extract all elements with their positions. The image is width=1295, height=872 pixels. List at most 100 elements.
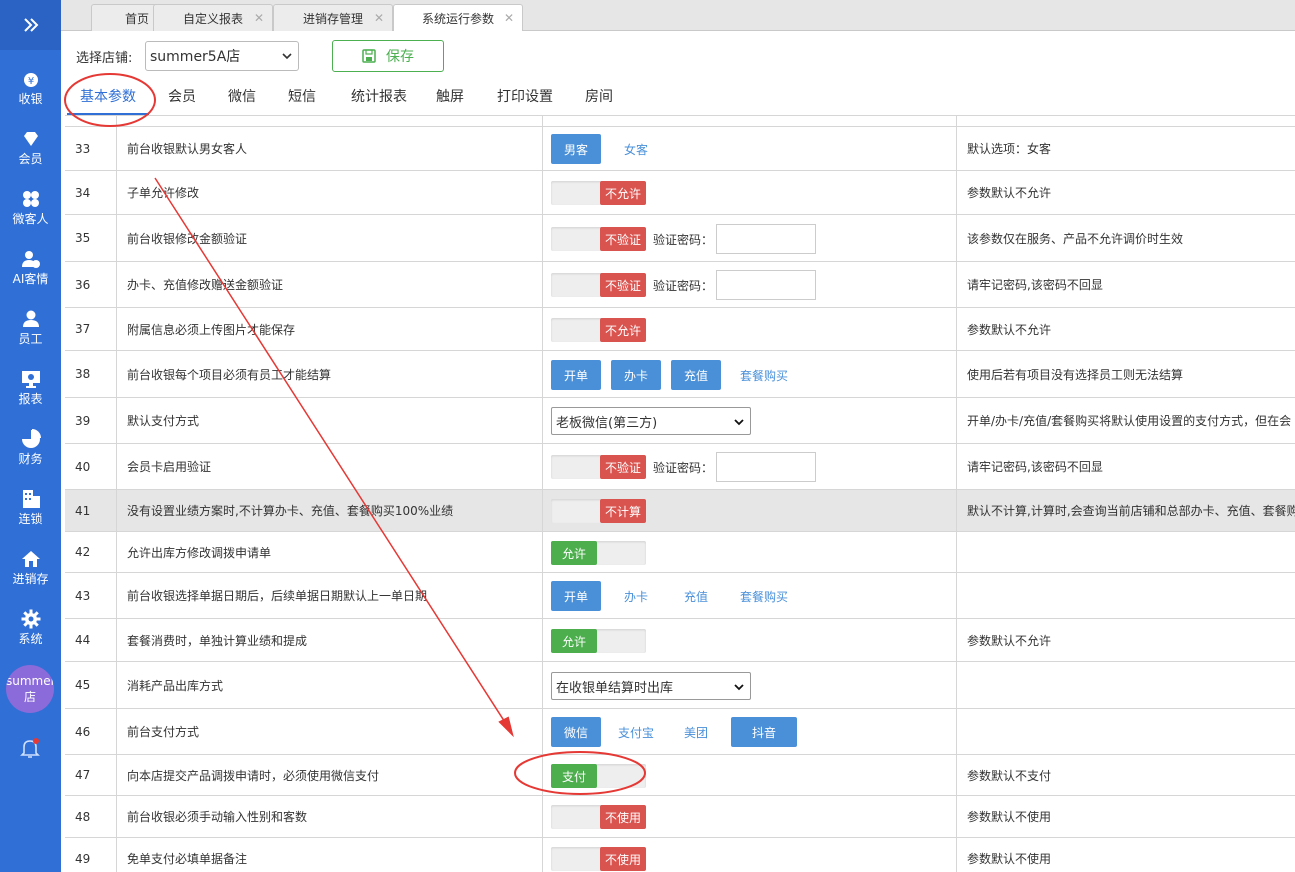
row-control-cell: 允许 <box>543 532 957 572</box>
row-control-cell: 不使用 <box>543 796 957 837</box>
row-control-cell: 微信 支付宝 美团 抖音 <box>543 709 957 754</box>
sidebar-item-6[interactable]: 报表 <box>0 361 61 421</box>
row-number: 37 <box>65 308 117 350</box>
store-select-label: 选择店铺: <box>76 51 133 66</box>
window-tab-2[interactable]: 自定义报表 ✕ <box>153 4 273 31</box>
window-tab-3[interactable]: 进销存管理 ✕ <box>273 4 393 31</box>
row-control-cell: 不允许 <box>543 308 957 350</box>
settings-tab-5[interactable]: 统计报表 <box>341 81 417 115</box>
password-input[interactable] <box>716 452 816 482</box>
save-button[interactable]: 保存 <box>332 40 444 72</box>
row-number: 41 <box>65 490 117 531</box>
row-note: 默认选项：女客 <box>967 142 1052 156</box>
person-icon <box>22 310 39 327</box>
sidebar-item-7[interactable]: 财务 <box>0 421 61 481</box>
row-control-cell: 不验证 验证密码： <box>543 444 957 489</box>
table-row: 40 会员卡启用验证 不验证 验证密码： 请牢记密码,该密码不回显 <box>65 444 1295 490</box>
option-chip[interactable]: 支付宝 <box>611 717 661 747</box>
table-row: 38 前台收银每个项目必须有员工才能结算 开单 办卡 充值 套餐购买 使用后若有项目没有选择… <box>65 351 1295 398</box>
toggle-switch[interactable]: 不使用 <box>551 847 646 871</box>
settings-tab-3[interactable]: 微信 <box>218 81 266 115</box>
row-note: 请牢记密码,该密码不回显 <box>967 278 1103 292</box>
toggle-switch[interactable]: 允许 <box>551 629 646 653</box>
option-chip[interactable]: 男客 <box>551 134 601 164</box>
option-chip[interactable]: 美团 <box>671 717 721 747</box>
toggle-switch[interactable]: 不使用 <box>551 805 646 829</box>
sidebar-item-8[interactable]: 连锁 <box>0 481 61 541</box>
settings-tab-4[interactable]: 短信 <box>278 81 326 115</box>
close-icon[interactable]: ✕ <box>374 11 384 25</box>
toggle-switch[interactable]: 不计算 <box>551 499 646 523</box>
chevron-down-icon <box>734 419 744 426</box>
row-setting-name: 没有设置业绩方案时,不计算办卡、充值、套餐购买100%业绩 <box>117 490 543 531</box>
toggle-switch[interactable]: 不验证 <box>551 273 646 297</box>
dropdown-select[interactable]: 老板微信(第三方) <box>551 407 751 435</box>
row-note: 参数默认不使用 <box>967 810 1052 824</box>
table-row: 34 子单允许修改 不允许 参数默认不允许 <box>65 171 1295 215</box>
sidebar-item-9[interactable]: 进销存 <box>0 541 61 601</box>
close-icon[interactable]: ✕ <box>504 11 514 25</box>
row-note: 参数默认不允许 <box>967 633 1052 648</box>
window-tab-4[interactable]: 系统运行参数 ✕ <box>393 4 523 32</box>
dropdown-select[interactable]: 在收银单结算时出库 <box>551 672 751 700</box>
option-chip[interactable]: 开单 <box>551 360 601 390</box>
row-note <box>957 662 1295 708</box>
sidebar-item-10[interactable]: 系统 <box>0 601 61 661</box>
row-number: 38 <box>65 351 117 397</box>
table-row: 44 套餐消费时，单独计算业绩和提成 允许 参数默认不允许 <box>65 619 1295 662</box>
clover-icon <box>22 191 39 207</box>
settings-tab-2[interactable]: 会员 <box>158 81 206 115</box>
settings-tabs: 基本参数 会员 微信 短信 统计报表 触屏 打印设置 房间 <box>61 81 1295 115</box>
toggle-state-label: 不允许 <box>600 318 646 342</box>
toggle-switch[interactable]: 不验证 <box>551 455 646 479</box>
sidebar-item-label: 进销存 <box>12 572 49 586</box>
option-chip[interactable]: 办卡 <box>611 581 661 611</box>
password-label: 验证密码： <box>653 461 714 475</box>
row-control-cell: 不验证 验证密码： <box>543 262 957 307</box>
row-note: 请牢记密码,该密码不回显 <box>967 460 1103 474</box>
row-setting-name: 套餐消费时，单独计算业绩和提成 <box>117 619 543 661</box>
diamond-icon <box>23 132 38 146</box>
password-input[interactable] <box>716 224 816 254</box>
row-number: 47 <box>65 755 117 795</box>
option-chip[interactable]: 微信 <box>551 717 601 747</box>
option-chip[interactable]: 办卡 <box>611 360 661 390</box>
option-chip[interactable]: 充值 <box>671 581 721 611</box>
sidebar-item-2[interactable]: 会员 <box>0 121 61 181</box>
settings-tab-6[interactable]: 触屏 <box>426 81 474 115</box>
settings-table: 33 前台收银默认男女客人 男客 女客 默认选项：女客 34 子单允许修改 不允许 参数默认不允… <box>65 115 1295 872</box>
row-num-cell <box>65 116 117 126</box>
toggle-state-label: 不验证 <box>600 273 646 297</box>
sidebar-item-4[interactable]: AI客情 <box>0 241 61 301</box>
sidebar: ¥ 收银会员微客人 AI客情员工报表财务连锁进销存系统 summer5A店 <box>0 0 61 872</box>
row-note: 参数默认不支付 <box>967 768 1052 783</box>
sidebar-item-label: 报表 <box>18 392 43 406</box>
toggle-switch[interactable]: 不允许 <box>551 318 646 342</box>
close-icon[interactable]: ✕ <box>254 11 264 25</box>
toggle-switch[interactable]: 不允许 <box>551 181 646 205</box>
sidebar-toggle-button[interactable] <box>0 0 61 50</box>
option-chip[interactable]: 开单 <box>551 581 601 611</box>
sidebar-item-3[interactable]: 微客人 <box>0 181 61 241</box>
sidebar-item-5[interactable]: 员工 <box>0 301 61 361</box>
user-heart-icon <box>21 251 40 268</box>
settings-tab-1[interactable]: 基本参数 <box>67 81 149 115</box>
row-setting-name: 前台收银修改金额验证 <box>117 215 543 261</box>
option-chip[interactable]: 套餐购买 <box>731 360 797 390</box>
option-chip[interactable]: 充值 <box>671 360 721 390</box>
option-chip[interactable]: 抖音 <box>731 717 797 747</box>
password-label: 验证密码： <box>653 233 714 247</box>
option-chip[interactable]: 女客 <box>611 134 661 164</box>
option-chip[interactable]: 套餐购买 <box>731 581 797 611</box>
table-row: 43 前台收银选择单据日期后，后续单据日期默认上一单日期 开单 办卡 充值 套餐购买 <box>65 573 1295 619</box>
toggle-switch[interactable]: 支付 <box>551 764 646 788</box>
store-avatar[interactable]: summer5A店 <box>6 665 54 713</box>
bell-icon[interactable] <box>18 736 42 760</box>
toggle-switch[interactable]: 允许 <box>551 541 646 565</box>
toggle-switch[interactable]: 不验证 <box>551 227 646 251</box>
store-select[interactable]: summer5A店 <box>145 41 299 71</box>
sidebar-item-1[interactable]: ¥ 收银 <box>0 61 61 121</box>
settings-tab-7[interactable]: 打印设置 <box>486 81 564 115</box>
password-input[interactable] <box>716 270 816 300</box>
settings-tab-8[interactable]: 房间 <box>575 81 623 115</box>
